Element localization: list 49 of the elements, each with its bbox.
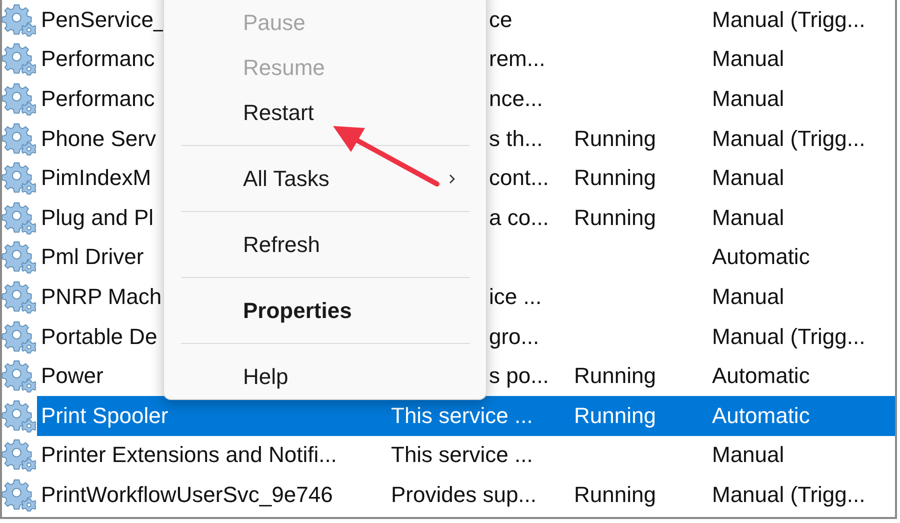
service-description: s th... <box>489 126 543 152</box>
service-name: Pml Driver <box>41 244 144 270</box>
service-name: PenService_ <box>41 6 166 33</box>
startup-type: Automatic <box>712 244 810 270</box>
startup-type: Manual <box>712 165 784 192</box>
startup-type: Manual <box>712 442 784 468</box>
startup-type: Manual (Trigg... <box>712 324 866 350</box>
service-status: Running <box>574 402 656 429</box>
service-status: Running <box>574 482 656 508</box>
service-description: nce... <box>489 86 543 112</box>
menu-item[interactable]: Restart <box>164 90 486 135</box>
service-description: This service ... <box>391 442 533 468</box>
service-description: rem... <box>489 46 546 72</box>
service-status: Running <box>574 165 656 192</box>
service-name: Plug and Pl <box>41 204 154 231</box>
service-name: Printer Extensions and Notifi... <box>41 442 337 468</box>
menu-item[interactable]: Refresh <box>164 222 486 267</box>
startup-type: Manual (Trigg... <box>712 6 866 33</box>
service-status: Running <box>574 126 656 152</box>
startup-type: Manual <box>712 284 784 310</box>
startup-type: Automatic <box>712 363 810 390</box>
service-description: cont... <box>489 165 549 192</box>
service-name: Print Spooler <box>41 402 168 429</box>
service-description: a co... <box>489 204 549 231</box>
service-description: Provides sup... <box>391 482 537 508</box>
service-status: Running <box>574 204 656 231</box>
service-name: Phone Serv <box>41 126 156 152</box>
service-description: ice ... <box>489 284 542 310</box>
service-name: Power <box>41 363 104 390</box>
service-description: s po... <box>489 363 549 390</box>
startup-type: Manual <box>712 204 784 231</box>
startup-type: Manual (Trigg... <box>712 482 866 508</box>
service-name: Performanc <box>41 86 155 112</box>
startup-type: Manual <box>712 46 784 72</box>
startup-type: Manual (Trigg... <box>712 126 866 152</box>
service-description: ce <box>489 6 512 33</box>
service-name: Portable De <box>41 324 158 350</box>
menu-item[interactable]: All Tasks <box>164 156 486 201</box>
service-name: PrintWorkflowUserSvc_9e746 <box>41 482 333 508</box>
startup-type: Manual <box>712 86 784 112</box>
service-description: gro... <box>489 324 540 350</box>
menu-item[interactable]: Properties <box>164 288 486 333</box>
service-name: PimIndexM <box>41 165 152 192</box>
service-name: PNRP Mach <box>41 284 162 310</box>
startup-type: Automatic <box>712 402 810 429</box>
selected-row[interactable]: Print Spooler This service ... Running Automatic <box>37 396 895 436</box>
service-description: This service ... <box>391 402 533 429</box>
service-name: Performanc <box>41 46 155 72</box>
service-status: Running <box>574 363 656 390</box>
